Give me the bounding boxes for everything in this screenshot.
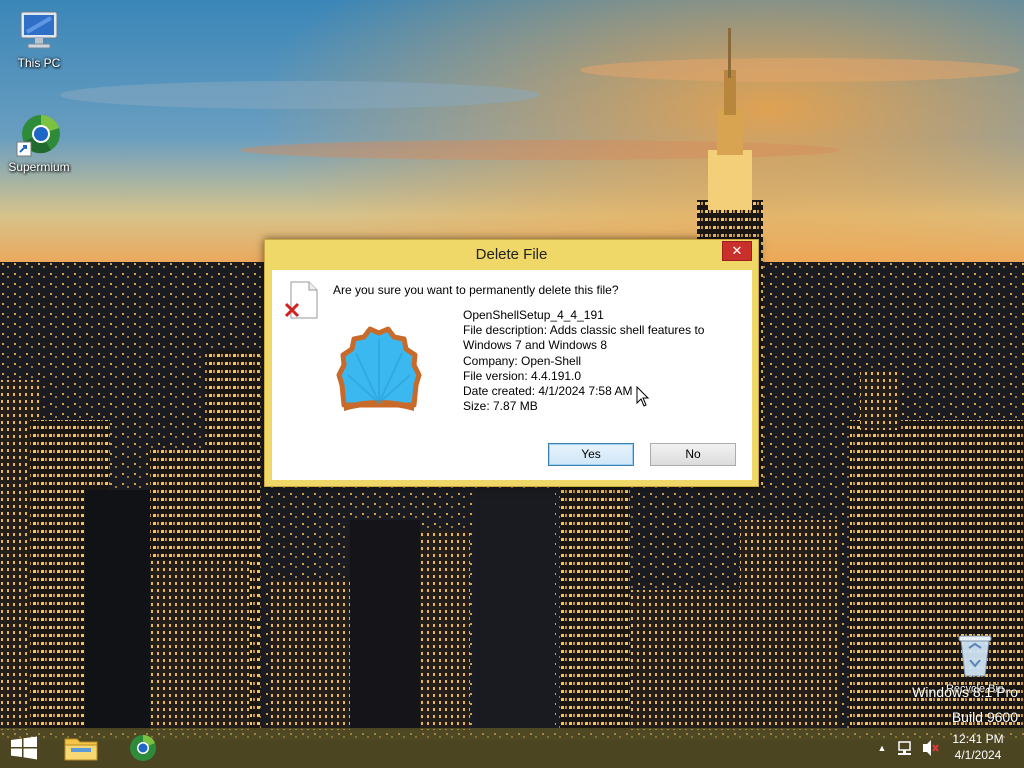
- taskbar-clock[interactable]: 12:41 PM 4/1/2024: [948, 731, 1008, 763]
- yes-button[interactable]: Yes: [548, 443, 634, 466]
- clock-date: 4/1/2024: [954, 748, 1002, 762]
- chevron-up-icon: ▲: [877, 743, 887, 753]
- desktop-icon-label: Supermium: [8, 160, 70, 174]
- file-version: File version: 4.4.191.0: [463, 368, 582, 383]
- windows-logo-icon: [11, 736, 37, 760]
- tray-show-hidden[interactable]: ▲: [874, 728, 890, 768]
- file-name: OpenShellSetup_4_4_191: [463, 308, 604, 322]
- browser-icon: [130, 735, 156, 761]
- no-button[interactable]: No: [650, 443, 736, 466]
- desktop-icon-this-pc[interactable]: This PC: [1, 8, 77, 70]
- mouse-cursor-icon: [636, 385, 650, 411]
- taskbar-file-explorer[interactable]: [58, 728, 104, 768]
- volume-muted-icon: [923, 740, 939, 756]
- taskbar-supermium[interactable]: [120, 728, 166, 768]
- clock-time: 12:41 PM: [952, 732, 1004, 746]
- dialog-body: Are you sure you want to permanently del…: [272, 270, 752, 480]
- start-button[interactable]: [0, 728, 48, 768]
- network-icon: [898, 741, 911, 755]
- close-button[interactable]: ✕: [722, 241, 752, 261]
- file-date-created: Date created: 4/1/2024 7:58 AM: [463, 384, 633, 399]
- file-size: Size: 7.87 MB: [463, 399, 538, 414]
- dialog-titlebar[interactable]: Delete File: [265, 240, 758, 270]
- delete-file-dialog: Delete File ✕ Are you sure you want to p…: [264, 239, 759, 487]
- file-details: OpenShellSetup_4_4_191 File description:…: [463, 308, 733, 414]
- taskbar: ▲ 12:41 PM 4/1/2024: [0, 728, 1024, 768]
- delete-file-icon: [284, 280, 319, 320]
- tray-network[interactable]: [896, 728, 916, 768]
- desktop-icon-supermium[interactable]: Supermium: [1, 112, 77, 174]
- tray-volume[interactable]: [920, 728, 940, 768]
- open-shell-icon: [334, 315, 424, 419]
- confirm-question: Are you sure you want to permanently del…: [333, 283, 619, 297]
- recycle-bin-icon: [951, 630, 999, 680]
- desktop-icon-label: This PC: [17, 56, 61, 70]
- browser-icon: [15, 112, 63, 158]
- file-description: File description: Adds classic shell fea…: [463, 323, 705, 338]
- edition-label: Windows 8.1 Pro: [912, 684, 1018, 700]
- file-company: Company: Open-Shell: [463, 353, 582, 368]
- computer-icon: [15, 8, 63, 54]
- build-label: Build 9600: [951, 709, 1018, 725]
- folder-icon: [64, 738, 98, 761]
- file-description-cont: Windows 7 and Windows 8: [463, 338, 608, 353]
- build-watermark: Build 9600: [952, 709, 1018, 725]
- windows-edition-watermark: Windows 8.1 Pro: [912, 684, 1018, 700]
- dialog-title: Delete File: [475, 246, 548, 263]
